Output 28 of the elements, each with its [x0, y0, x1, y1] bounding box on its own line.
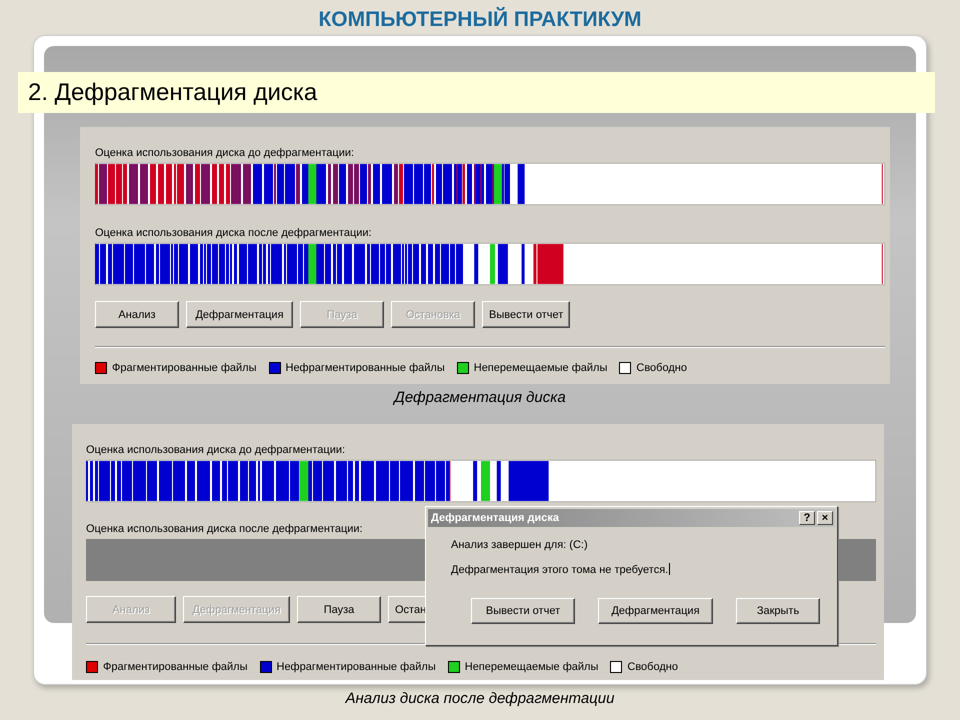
dialog-title: Дефрагментация диска — [431, 512, 560, 524]
dialog-button[interactable]: Вывести отчет — [471, 598, 575, 624]
map-label: Оценка использования диска до дефрагментации: — [86, 444, 346, 458]
legend-label: Нефрагментированные файлы — [276, 661, 436, 673]
window-button[interactable]: Вывести отчет — [482, 301, 570, 328]
legend-label: Свободно — [636, 362, 687, 374]
legend-label: Фрагментированные файлы — [112, 362, 256, 374]
dialog-message: Дефрагментация этого тома не требуется. — [451, 563, 670, 576]
legend-label: Неперемещаемые файлы — [474, 362, 608, 374]
dialog-button[interactable]: Закрыть — [736, 598, 820, 624]
figure-caption: Дефрагментация диска — [394, 388, 566, 408]
title-bar-button[interactable]: × — [817, 511, 833, 525]
dialog-button[interactable]: Дефрагментация — [598, 598, 713, 624]
figure-caption: Анализ диска после дефрагментации — [346, 689, 614, 710]
map-label: Оценка использования диска после дефрагментации: — [95, 227, 372, 241]
window-button[interactable]: Дефрагментация — [186, 301, 293, 328]
window-button[interactable]: Анализ — [95, 301, 179, 328]
map-label: Оценка использования диска после дефрагментации: — [86, 523, 363, 537]
legend-label: Нефрагментированные файлы — [286, 362, 445, 374]
legend-label: Фрагментированные файлы — [103, 661, 248, 673]
window-button[interactable]: Пауза — [297, 596, 381, 623]
dialog-message: Анализ завершен для: (C:) — [451, 539, 588, 551]
map-label: Оценка использования диска до дефрагментации: — [95, 147, 354, 161]
slide-title: КОМПЬЮТЕРНЫЙ ПРАКТИКУМ — [318, 6, 642, 33]
title-bar-button[interactable]: ? — [799, 511, 815, 525]
legend-label: Свободно — [627, 661, 678, 673]
legend-label: Неперемещаемые файлы — [464, 661, 598, 673]
section-heading: 2. Дефрагментация диска — [18, 72, 935, 113]
